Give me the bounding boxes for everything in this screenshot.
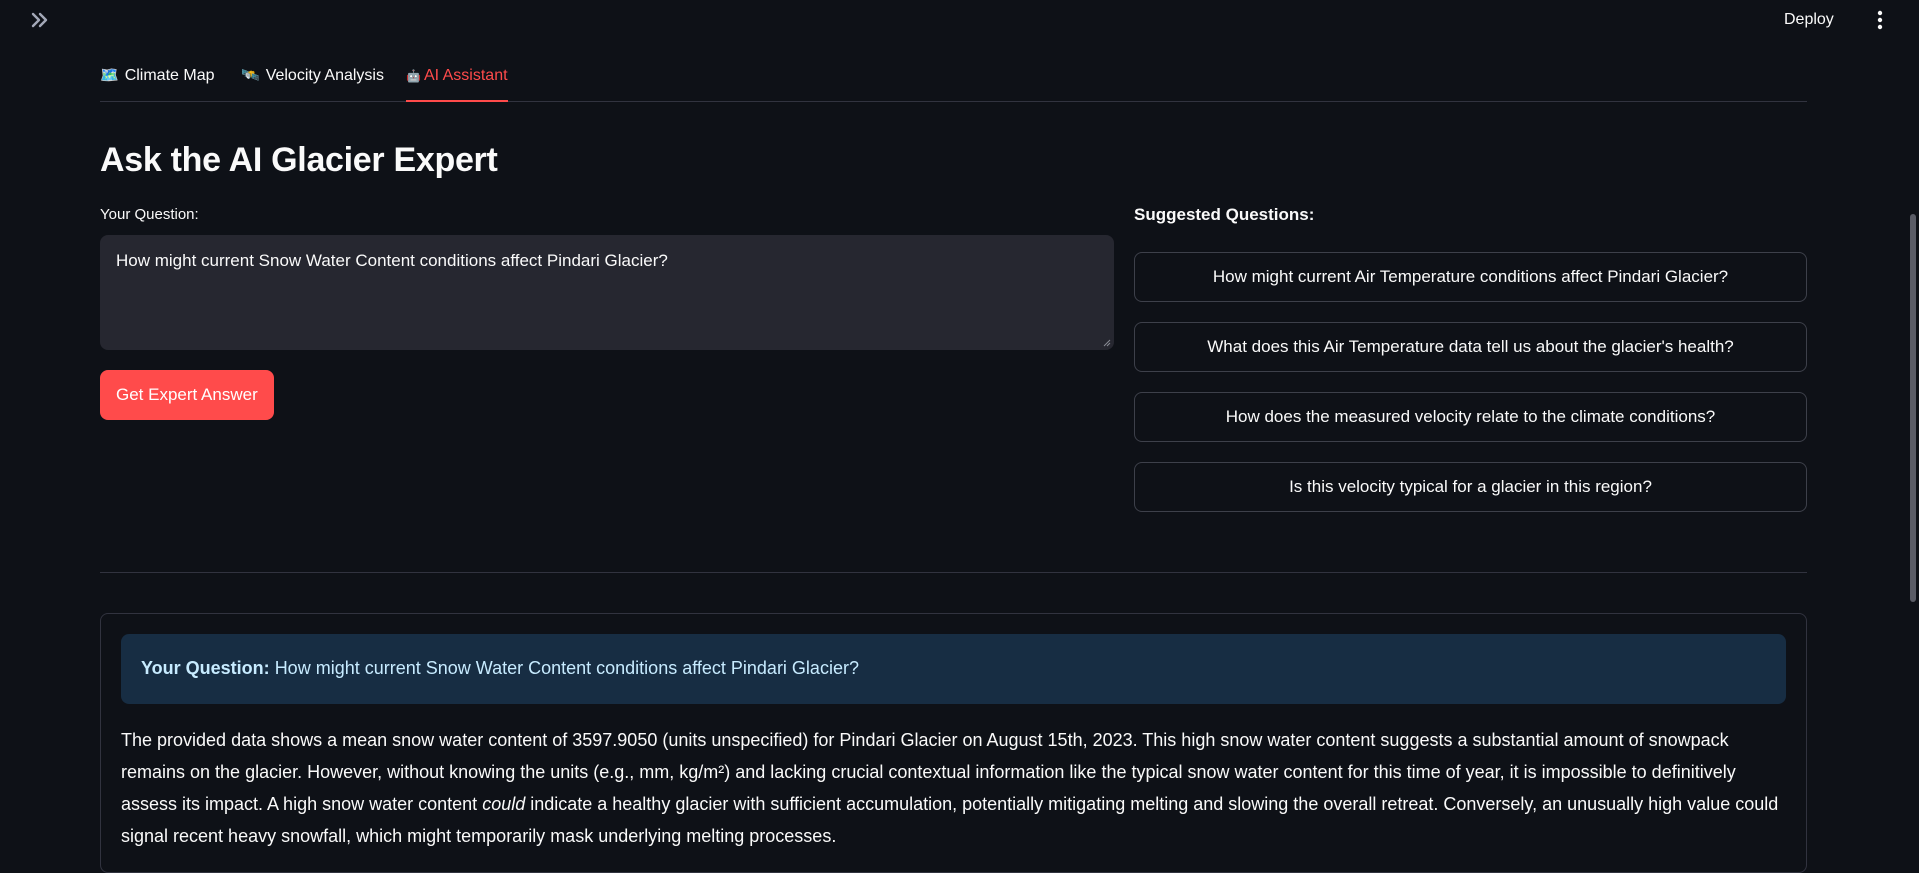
section-divider bbox=[100, 572, 1807, 573]
deploy-button[interactable]: Deploy bbox=[1784, 8, 1834, 32]
tab-label: Velocity Analysis bbox=[265, 67, 384, 84]
suggested-questions-heading: Suggested Questions: bbox=[1134, 205, 1315, 224]
page-title: Ask the AI Glacier Expert bbox=[100, 141, 498, 179]
tab-bar: 🗺️ Climate Map 🛰️ Velocity Analysis 🤖 AI… bbox=[100, 58, 1807, 102]
suggested-question-button[interactable]: How might current Air Temperature condit… bbox=[1134, 252, 1807, 302]
app-header: Deploy bbox=[0, 0, 1919, 40]
question-value: How might current Snow Water Content con… bbox=[116, 251, 668, 270]
tab-ai-assistant[interactable]: 🤖 AI Assistant bbox=[406, 58, 508, 102]
answer-container: Your Question: How might current Snow Wa… bbox=[100, 613, 1807, 873]
get-expert-answer-button[interactable]: Get Expert Answer bbox=[100, 370, 274, 420]
page-scrollbar[interactable] bbox=[1910, 214, 1916, 602]
suggested-question-button[interactable]: What does this Air Temperature data tell… bbox=[1134, 322, 1807, 372]
question-echo-banner: Your Question: How might current Snow Wa… bbox=[121, 634, 1786, 704]
tab-velocity-analysis[interactable]: 🛰️ Velocity Analysis bbox=[241, 58, 384, 102]
robot-icon: 🤖 bbox=[406, 69, 421, 83]
suggested-question-button[interactable]: Is this velocity typical for a glacier i… bbox=[1134, 462, 1807, 512]
tab-label: AI Assistant bbox=[423, 67, 508, 84]
suggested-question-button[interactable]: How does the measured velocity relate to… bbox=[1134, 392, 1807, 442]
answer-emphasis: could bbox=[482, 794, 526, 814]
question-echo-text: How might current Snow Water Content con… bbox=[274, 658, 859, 678]
expand-sidebar-icon[interactable] bbox=[28, 8, 52, 32]
tab-climate-map[interactable]: 🗺️ Climate Map bbox=[100, 58, 215, 102]
question-label: Your Question: bbox=[100, 206, 199, 223]
map-icon: 🗺️ bbox=[100, 67, 119, 84]
resize-handle-icon[interactable] bbox=[1103, 339, 1111, 347]
satellite-icon: 🛰️ bbox=[241, 67, 260, 84]
tab-label: Climate Map bbox=[124, 67, 215, 84]
question-textarea[interactable]: How might current Snow Water Content con… bbox=[100, 235, 1114, 350]
answer-text: The provided data shows a mean snow wate… bbox=[121, 724, 1791, 852]
main-menu-icon[interactable] bbox=[1868, 8, 1892, 32]
question-echo-label: Your Question: bbox=[141, 658, 270, 678]
